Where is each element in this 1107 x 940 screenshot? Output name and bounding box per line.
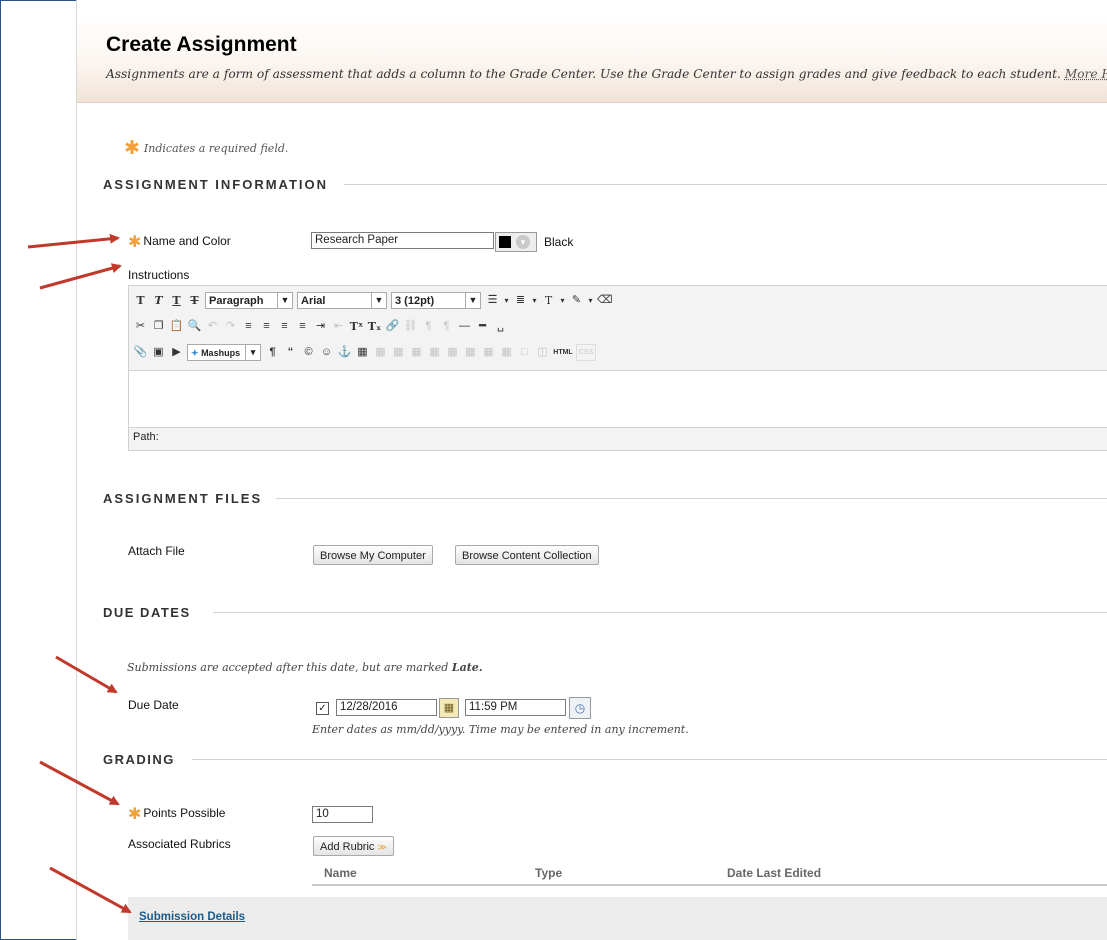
annotation-arrow-due-date — [55, 655, 118, 694]
annotation-arrow-submission — [49, 866, 132, 914]
annotation-arrows — [27, 233, 132, 914]
annotation-arrow-points — [39, 760, 120, 806]
annotation-arrow-name — [27, 233, 120, 249]
annotation-arrow-instructions — [39, 263, 122, 290]
